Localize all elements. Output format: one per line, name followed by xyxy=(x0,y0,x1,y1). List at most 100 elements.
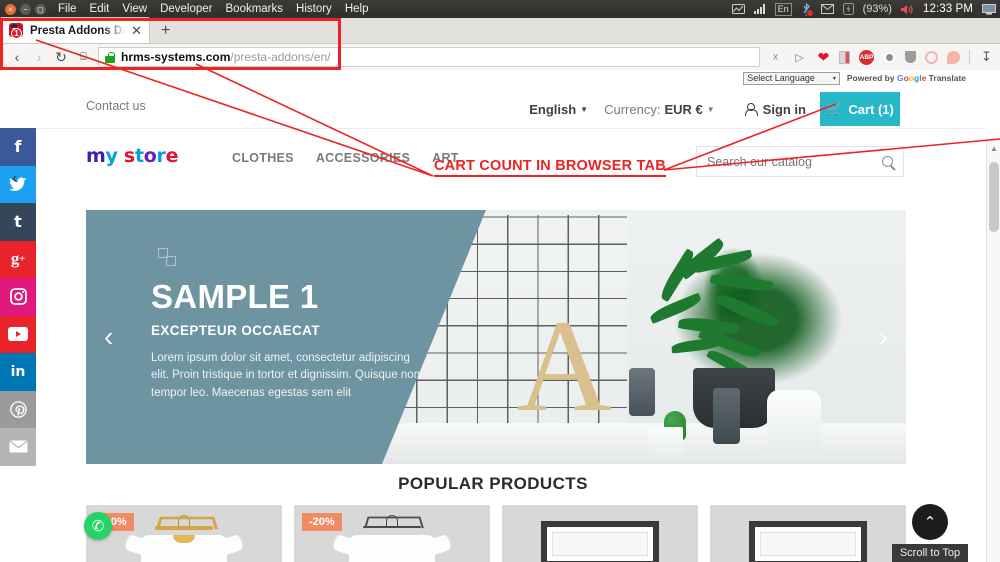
bluetooth-disabled-badge xyxy=(805,8,814,17)
search-box[interactable] xyxy=(696,146,904,177)
system-tray[interactable]: En (93%) 12:33 PM xyxy=(731,0,996,18)
apps-grid-icon[interactable]: ⌸ xyxy=(72,46,94,68)
window-close-button[interactable]: × xyxy=(5,3,16,15)
discount-badge: -20% xyxy=(302,513,342,531)
menu-help[interactable]: Help xyxy=(345,3,369,15)
display-icon[interactable] xyxy=(982,3,996,15)
search-input[interactable] xyxy=(707,154,882,169)
window-maximize-button[interactable]: ◻ xyxy=(35,3,46,15)
product-card[interactable]: -20% xyxy=(294,505,490,562)
currency-selector[interactable]: Currency: EUR € ▼ xyxy=(600,102,731,117)
language-selector[interactable]: English ▼ xyxy=(517,102,600,117)
peach-extension-icon[interactable] xyxy=(947,50,960,64)
mail-icon[interactable] xyxy=(820,4,834,14)
pinterest-icon[interactable] xyxy=(0,390,36,428)
chevron-down-icon: ▼ xyxy=(580,104,589,114)
sidebar-collapse-arrow[interactable]: ‹ xyxy=(12,168,18,188)
powered-by-google: Powered by Google Translate xyxy=(847,73,966,83)
window-minimize-button[interactable]: − xyxy=(20,3,31,15)
nav-item-accessories[interactable]: ACCESSORIES xyxy=(316,151,410,165)
youtube-icon[interactable] xyxy=(0,315,36,353)
browser-tab[interactable]: 1 Presta Addons Dem ✕ xyxy=(0,17,150,43)
menu-edit[interactable]: Edit xyxy=(90,3,110,15)
nav-item-clothes[interactable]: CLOTHES xyxy=(232,151,294,165)
page-viewport: Select Language ▾ Powered by Google Tran… xyxy=(0,70,1000,562)
bluetooth-icon[interactable] xyxy=(801,2,814,17)
adblock-icon[interactable]: ABP xyxy=(859,49,874,65)
translate-label: Translate xyxy=(928,73,966,83)
favicon-with-cart-badge: 1 xyxy=(9,23,24,39)
utility-right-group: English ▼ Currency: EUR € ▼ Sign in 🛒 Ca… xyxy=(517,92,900,126)
send-icon[interactable]: ▷ xyxy=(792,50,807,65)
bookmark-icon[interactable] xyxy=(839,50,850,64)
back-button[interactable]: ‹ xyxy=(6,46,28,68)
menu-view[interactable]: View xyxy=(122,3,147,15)
letter-a-decor: A xyxy=(516,291,612,439)
window-controls[interactable]: × − ◻ xyxy=(0,3,52,15)
scroll-to-top-widget[interactable]: ⌃ Scroll to Top xyxy=(882,504,978,562)
menu-developer[interactable]: Developer xyxy=(160,3,212,15)
email-icon[interactable] xyxy=(0,428,36,466)
ring-extension-icon[interactable] xyxy=(925,50,938,64)
linkedin-icon[interactable]: in xyxy=(0,353,36,391)
slide-body: Lorem ipsum dolor sit amet, consectetur … xyxy=(151,351,421,400)
tshirt-image xyxy=(349,535,435,562)
slide-text-block: SAMPLE 1 EXCEPTEUR OCCAECAT Lorem ipsum … xyxy=(151,279,421,403)
main-navigation: CLOTHES ACCESSORIES ART xyxy=(232,151,459,165)
scroll-up-arrow[interactable]: ▲ xyxy=(987,144,1000,153)
contact-us-link[interactable]: Contact us xyxy=(86,99,146,113)
touchpad-icon[interactable] xyxy=(731,4,745,14)
site-logo[interactable]: my store xyxy=(86,145,178,167)
battery-icon[interactable] xyxy=(842,3,854,15)
cup-extension-icon[interactable] xyxy=(905,51,916,63)
product-card[interactable] xyxy=(710,505,906,562)
slide-subtitle: EXCEPTEUR OCCAECAT xyxy=(151,322,320,338)
whatsapp-icon[interactable]: ✆ xyxy=(84,512,112,540)
menu-history[interactable]: History xyxy=(296,3,332,15)
slider-prev-button[interactable]: ‹ xyxy=(104,321,113,353)
instagram-icon[interactable] xyxy=(0,278,36,316)
framed-poster-image xyxy=(541,521,659,562)
language-label: English xyxy=(529,101,577,117)
user-icon xyxy=(744,102,758,116)
circle-extension-icon[interactable] xyxy=(883,50,896,64)
scrollbar-thumb[interactable] xyxy=(989,162,999,232)
menu-file[interactable]: File xyxy=(58,3,77,15)
annotation-label: CART COUNT IN BROWSER TAB xyxy=(434,158,666,177)
app-menubar[interactable]: File Edit View Developer Bookmarks Histo… xyxy=(52,3,368,15)
tab-strip: 1 Presta Addons Dem ✕ + xyxy=(0,17,1000,44)
cart-button[interactable]: 🛒 Cart (1) xyxy=(820,92,900,126)
tumblr-icon[interactable]: t xyxy=(0,203,36,241)
google-wordmark: Google xyxy=(896,73,927,83)
scroll-to-top-button[interactable]: ⌃ xyxy=(912,504,948,540)
select-language-dropdown[interactable]: Select Language ▾ xyxy=(743,71,840,85)
signal-strength-icon[interactable] xyxy=(753,4,766,14)
twitter-icon[interactable] xyxy=(0,165,36,203)
clock-label[interactable]: 12:33 PM xyxy=(923,3,973,15)
image-block-icon[interactable]: ☓ xyxy=(768,50,783,65)
menu-bookmarks[interactable]: Bookmarks xyxy=(226,3,284,15)
product-card[interactable]: -20% xyxy=(86,505,282,562)
slider-next-button[interactable]: › xyxy=(879,321,888,353)
scroll-to-top-label: Scroll to Top xyxy=(891,544,969,562)
tab-close-icon[interactable]: ✕ xyxy=(131,24,142,37)
chevron-down-icon: ▾ xyxy=(832,75,836,82)
sign-in-link[interactable]: Sign in xyxy=(731,102,820,117)
url-path: /presta-addons/en/ xyxy=(230,50,331,64)
white-vase-decor xyxy=(766,390,821,457)
reload-button[interactable]: ↻ xyxy=(50,46,72,68)
new-tab-button[interactable]: + xyxy=(150,22,181,40)
forward-button[interactable]: › xyxy=(28,46,50,68)
page-scrollbar[interactable]: ▲ xyxy=(986,140,1000,562)
product-card[interactable] xyxy=(502,505,698,562)
google-plus-icon[interactable]: g + xyxy=(0,240,36,278)
download-icon[interactable]: ↧ xyxy=(979,49,994,65)
search-icon[interactable] xyxy=(882,156,893,167)
shopping-cart-icon: 🛒 xyxy=(826,101,843,116)
hero-slider[interactable]: A SAMPLE 1 EXCEPTEUR OCCAECAT Lorem ipsu… xyxy=(86,210,906,464)
facebook-icon[interactable]: f xyxy=(0,128,36,166)
address-bar[interactable]: hrms-systems.com/presta-addons/en/ xyxy=(98,47,760,67)
volume-icon[interactable] xyxy=(900,4,914,15)
heart-icon[interactable]: ❤ xyxy=(816,49,831,65)
keyboard-layout-icon[interactable]: En xyxy=(774,2,792,16)
